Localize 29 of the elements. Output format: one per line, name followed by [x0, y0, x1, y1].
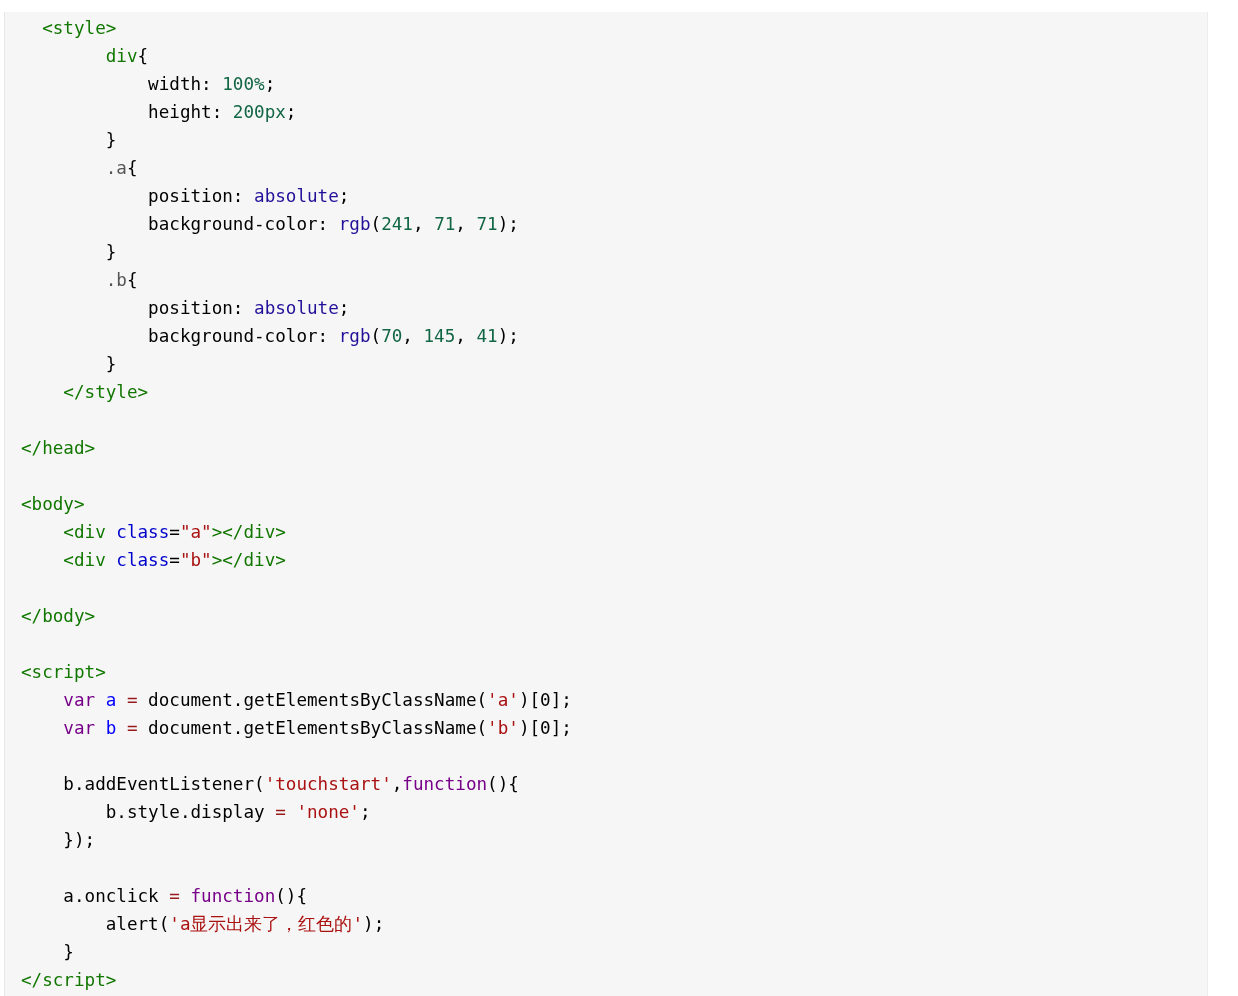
- code-line: a.onclick = function(){: [62, 885, 307, 908]
- code-line: var b = document.getElementsByClassName('b')[0];: [62, 717, 572, 740]
- code-line: b.addEventListener('touchstart',function(){: [62, 773, 519, 796]
- code-line: </body>: [21, 605, 96, 628]
- code-line: }: [104, 241, 117, 264]
- code-line: div{: [104, 45, 149, 68]
- code-line: height: 200px;: [147, 101, 297, 124]
- code-line: });: [62, 829, 96, 852]
- code-line: <style>: [41, 17, 117, 40]
- code-line: <body>: [21, 493, 85, 516]
- code-line: b.style.display = 'none';: [104, 801, 371, 824]
- code-line: .a{: [104, 157, 138, 180]
- code-line: }: [104, 129, 117, 152]
- code-line: <div class="b"></div>: [62, 549, 286, 572]
- code-line: width: 100%;: [147, 73, 276, 96]
- code-line: }: [62, 941, 74, 964]
- code-line: position: absolute;: [147, 297, 350, 320]
- code-line: <script>: [21, 661, 106, 684]
- code-line: </style>: [62, 381, 149, 404]
- code-line: }: [104, 353, 117, 376]
- code-line: background-color: rgb(70, 145, 41);: [147, 325, 519, 348]
- code-line: <div class="a"></div>: [62, 521, 286, 544]
- code-line: var a = document.getElementsByClassName('a')[0];: [62, 689, 572, 712]
- code-line: background-color: rgb(241, 71, 71);: [147, 213, 519, 236]
- code-line: </script>: [21, 969, 117, 992]
- code-line: </head>: [21, 437, 96, 460]
- code-line: position: absolute;: [147, 185, 350, 208]
- code-line: alert('a显示出来了，红色的');: [104, 913, 385, 936]
- code-line: .b{: [104, 269, 138, 292]
